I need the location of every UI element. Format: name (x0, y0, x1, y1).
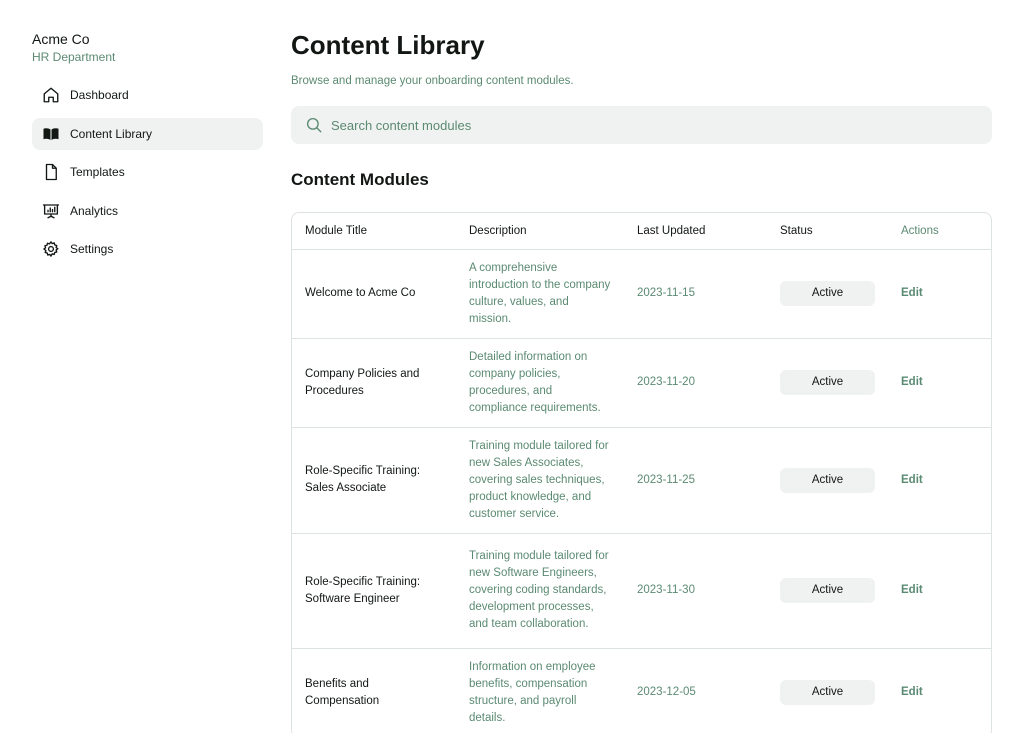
status-badge[interactable]: Active (780, 281, 875, 306)
status-badge[interactable]: Active (780, 680, 875, 705)
module-status-cell: Active (767, 426, 888, 533)
page-subtitle: Browse and manage your onboarding conten… (291, 75, 574, 87)
module-status-cell: Active (767, 647, 888, 733)
column-header-status[interactable]: Status (767, 213, 888, 249)
content-modules-table: Module Title Description Last Updated St… (291, 212, 992, 733)
module-actions-cell: Edit (888, 532, 991, 648)
table-row: Role-Specific Training: Software Enginee… (292, 532, 991, 648)
sidebar-item-label: Dashboard (70, 88, 129, 102)
sidebar-item-label: Content Library (70, 126, 153, 141)
search-icon (305, 116, 323, 134)
table-row: Welcome to Acme Co A comprehensive intro… (292, 248, 991, 338)
sidebar-item-content-library[interactable]: Content Library (32, 117, 263, 150)
status-badge[interactable]: Active (780, 578, 875, 603)
sidebar-item-label: Settings (70, 242, 114, 256)
edit-button[interactable]: Edit (901, 376, 923, 388)
brand-department: HR Department (32, 50, 116, 64)
sidebar: Acme Co HR Department Dashboard Content … (32, 30, 263, 272)
module-description: Training module tailored for new Softwar… (456, 532, 624, 648)
module-status-cell: Active (767, 532, 888, 648)
sidebar-item-label: Templates (70, 165, 125, 179)
table-row: Benefits and Compensation Information on… (292, 647, 991, 733)
edit-button[interactable]: Edit (901, 686, 923, 698)
module-description: A comprehensive introduction to the comp… (456, 248, 624, 338)
sidebar-item-analytics[interactable]: Analytics (32, 195, 263, 227)
brand-name: Acme Co (32, 31, 90, 47)
search-input[interactable] (331, 117, 931, 133)
table-row: Role-Specific Training: Sales Associate … (292, 426, 991, 533)
book-icon (42, 125, 60, 143)
main-content: Content Library Browse and manage your o… (291, 30, 992, 733)
sidebar-item-label: Analytics (70, 203, 119, 218)
column-header-actions: Actions (901, 224, 939, 237)
search-bar[interactable] (291, 106, 992, 144)
sidebar-item-settings[interactable]: Settings (32, 233, 263, 265)
module-title: Welcome to Acme Co (292, 248, 456, 338)
module-status-cell: Active (767, 248, 888, 338)
table-row: Company Policies and Procedures Detailed… (292, 337, 991, 427)
module-actions-cell: Edit (888, 426, 991, 533)
module-title: Role-Specific Training: Software Enginee… (292, 532, 456, 648)
sidebar-item-templates[interactable]: Templates (32, 156, 263, 188)
edit-button[interactable]: Edit (901, 584, 923, 596)
module-status-cell: Active (767, 337, 888, 427)
module-title: Benefits and Compensation (292, 647, 456, 733)
file-icon (42, 163, 60, 181)
module-actions-cell: Edit (888, 337, 991, 427)
module-actions-cell: Edit (888, 248, 991, 338)
column-header-module-title[interactable]: Module Title (292, 213, 456, 249)
module-last-updated: 2023-12-05 (624, 647, 767, 733)
module-last-updated: 2023-11-30 (624, 532, 767, 648)
module-title: Company Policies and Procedures (292, 337, 456, 427)
column-header-last-updated[interactable]: Last Updated (624, 213, 767, 249)
page-title: Content Library (291, 30, 485, 60)
edit-button[interactable]: Edit (901, 287, 923, 299)
status-badge[interactable]: Active (780, 467, 875, 493)
module-last-updated: 2023-11-20 (624, 337, 767, 427)
edit-button[interactable]: Edit (901, 474, 923, 486)
module-description: Detailed information on company policies… (456, 337, 624, 427)
gear-icon (42, 240, 60, 258)
module-title: Role-Specific Training: Sales Associate (292, 426, 456, 533)
module-last-updated: 2023-11-15 (624, 248, 767, 338)
module-last-updated: 2023-11-25 (624, 426, 767, 533)
presentation-chart-icon (42, 202, 60, 220)
table-header-row: Module Title Description Last Updated St… (292, 213, 991, 249)
section-title: Content Modules (291, 170, 429, 189)
sidebar-nav: Dashboard Content Library Templates Anal… (32, 79, 263, 265)
status-badge[interactable]: Active (780, 370, 875, 395)
module-description: Information on employee benefits, compen… (456, 647, 624, 733)
module-description: Training module tailored for new Sales A… (456, 426, 624, 533)
home-icon (42, 86, 60, 104)
column-header-description[interactable]: Description (456, 213, 624, 249)
module-actions-cell: Edit (888, 647, 991, 733)
sidebar-item-dashboard[interactable]: Dashboard (32, 79, 263, 111)
